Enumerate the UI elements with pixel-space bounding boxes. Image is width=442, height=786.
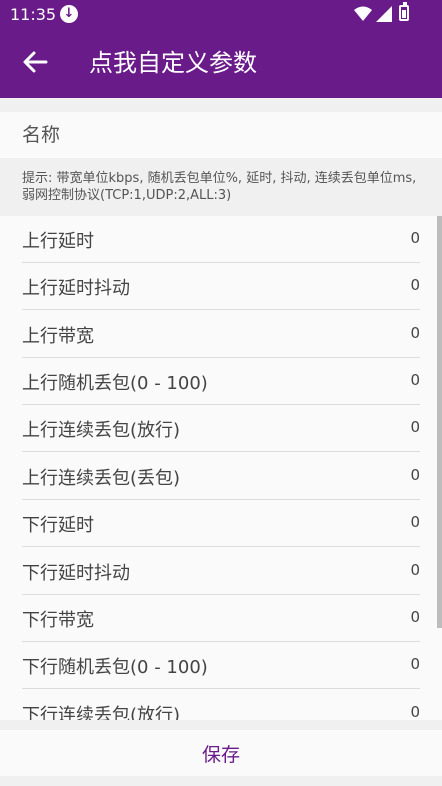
param-row-downlink-delay[interactable]: 下行延时 0	[22, 500, 420, 547]
battery-icon	[399, 2, 409, 21]
param-value[interactable]: 0	[410, 655, 420, 673]
param-row-downlink-random-loss[interactable]: 下行随机丢包(0 - 100) 0	[22, 642, 420, 689]
param-row-uplink-jitter[interactable]: 上行延时抖动 0	[22, 263, 420, 310]
status-time: 11:35	[10, 5, 57, 24]
download-icon: ↓	[60, 5, 78, 23]
param-label: 下行随机丢包(0 - 100)	[22, 657, 208, 678]
param-row-uplink-bandwidth[interactable]: 上行带宽 0	[22, 311, 420, 358]
param-row-uplink-delay[interactable]: 上行延时 0	[22, 216, 420, 263]
param-value[interactable]: 0	[410, 703, 420, 720]
param-row-uplink-random-loss[interactable]: 上行随机丢包(0 - 100) 0	[22, 358, 420, 405]
page-title: 点我自定义参数	[89, 49, 257, 77]
param-row-downlink-bandwidth[interactable]: 下行带宽 0	[22, 595, 420, 642]
param-label: 下行带宽	[22, 610, 94, 631]
param-label: 上行连续丢包(放行)	[22, 420, 181, 441]
param-label: 上行延时	[22, 231, 94, 252]
param-row-uplink-burst-pass[interactable]: 上行连续丢包(放行) 0	[22, 405, 420, 452]
param-label: 上行带宽	[22, 326, 94, 347]
param-label: 上行延时抖动	[22, 278, 130, 299]
param-label: 下行延时抖动	[22, 563, 130, 584]
param-label: 下行延时	[22, 515, 94, 536]
scrollbar[interactable]	[437, 216, 442, 628]
param-row-uplink-burst-drop[interactable]: 上行连续丢包(丢包) 0	[22, 453, 420, 500]
param-label: 上行随机丢包(0 - 100)	[22, 373, 208, 394]
status-bar: 11:35 ↓	[0, 0, 442, 29]
param-value[interactable]: 0	[410, 418, 420, 436]
param-label: 下行连续丢包(放行)	[22, 705, 181, 720]
param-value[interactable]: 0	[410, 561, 420, 579]
param-value[interactable]: 0	[410, 513, 420, 531]
param-row-downlink-burst-pass[interactable]: 下行连续丢包(放行) 0	[22, 690, 420, 720]
param-value[interactable]: 0	[410, 229, 420, 247]
signal-icon	[376, 6, 392, 22]
param-list[interactable]: 上行延时 0 上行延时抖动 0 上行带宽 0 上行随机丢包(0 - 100) 0…	[0, 216, 442, 720]
param-value[interactable]: 0	[410, 466, 420, 484]
name-row	[0, 112, 442, 158]
wifi-icon	[354, 6, 372, 21]
param-value[interactable]: 0	[410, 276, 420, 294]
back-arrow-icon[interactable]	[20, 47, 50, 77]
app-bar: 点我自定义参数	[0, 29, 442, 98]
param-value[interactable]: 0	[410, 324, 420, 342]
param-value[interactable]: 0	[410, 608, 420, 626]
param-value[interactable]: 0	[410, 371, 420, 389]
name-input[interactable]	[22, 118, 422, 152]
param-row-downlink-jitter[interactable]: 下行延时抖动 0	[22, 548, 420, 595]
save-button[interactable]: 保存	[0, 730, 442, 776]
hint-text: 提示: 带宽单位kbps, 随机丢包单位%, 延时, 抖动, 连续丢包单位ms,…	[22, 171, 417, 203]
param-label: 上行连续丢包(丢包)	[22, 468, 181, 489]
